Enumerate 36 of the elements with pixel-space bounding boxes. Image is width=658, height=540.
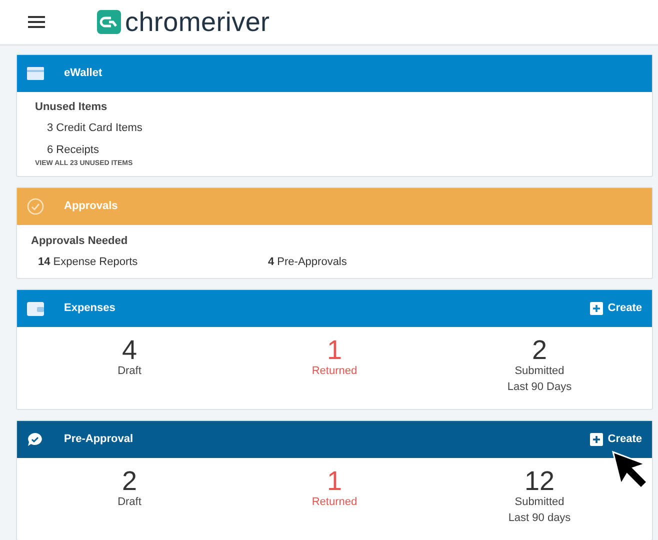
card-title: Pre-Approval [64,432,134,448]
section-heading: Approvals Needed [31,234,129,249]
stat-number[interactable]: 12 [524,468,555,495]
stat-label: Draft [118,495,142,510]
logo-icon [97,10,121,34]
stat-label: Returned [312,495,358,510]
stat-number[interactable]: 2 [532,337,547,364]
stat-number[interactable]: 4 [122,337,138,364]
create-button[interactable]: Create [590,431,642,448]
card-icon [27,67,44,80]
plus-icon [590,433,603,446]
stat-note: Last 90 Days [507,380,572,395]
create-button[interactable]: Create [590,300,642,317]
stat-number[interactable]: 2 [122,468,138,495]
menu-icon[interactable] [28,16,45,28]
plus-icon [590,302,603,315]
logo-text: chromeriver [125,8,270,36]
card-title: eWallet [64,66,102,82]
approval-count-link[interactable]: 14 Expense Reports [31,254,261,270]
stat-label: Submitted [514,364,564,378]
approval-count-link[interactable]: 4 Pre-Approvals [261,254,347,270]
stat-label: Submitted [514,495,564,510]
item-count-link[interactable]: 3 Credit Card Items [35,120,634,136]
card-title: Approvals [64,199,118,214]
stat-label: Draft [118,364,142,378]
item-count-link[interactable]: 6 Receipts [35,142,634,158]
wallet-icon [27,302,44,316]
check-circle-icon [27,198,44,215]
stat-number[interactable]: 1 [326,337,342,364]
card-title: Expenses [64,301,116,316]
stat-label: Returned [312,364,358,378]
section-heading: Unused Items [35,100,108,115]
cursor-icon [611,450,649,490]
chat-check-icon [27,432,43,447]
stat-note: Last 90 days [508,511,571,526]
stat-number[interactable]: 1 [326,468,342,495]
